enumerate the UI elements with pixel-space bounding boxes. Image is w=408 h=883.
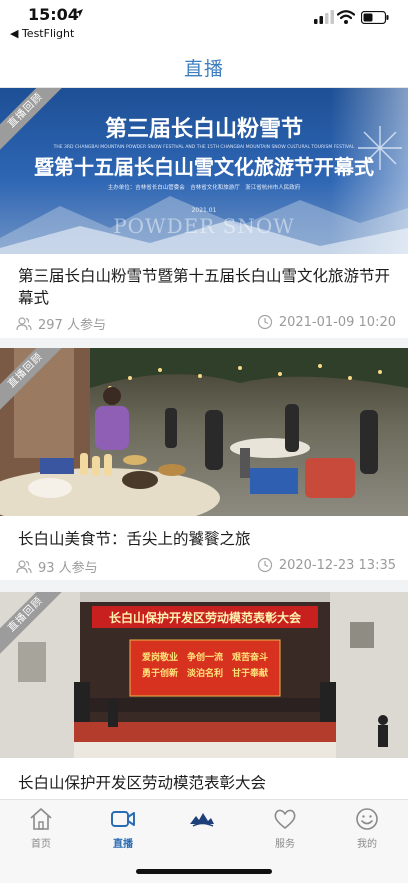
banner-date: 2021.01 — [192, 207, 217, 214]
screen-slogan-line1: 爱岗敬业 争创一流 艰苦奋斗 — [142, 651, 268, 663]
card-title[interactable]: 第三届长白山粉雪节暨第十五届长白山雪文化旅游节开幕式 — [18, 265, 390, 309]
participants: 297 人参与 — [16, 314, 106, 333]
replay-badge-label: 直播回顾 — [0, 348, 68, 413]
participants: 93 人参与 — [16, 557, 98, 576]
tab-live-label: 直播 — [113, 839, 133, 850]
page-title: 直播 — [183, 58, 224, 80]
tab-home-label: 首页 — [31, 839, 51, 850]
live-card[interactable]: 长白山保护开发区劳动模范表彰大会 爱岗敬业 争创一流 艰苦奋斗 勇于创新 淡泊名… — [0, 592, 408, 804]
battery-icon — [361, 11, 389, 24]
live-card[interactable]: 直播回顾 长白山美食节：舌尖上的饕餮之旅 93 人参与 2020-12-23 1… — [0, 348, 408, 580]
card-banner-image[interactable]: 第三届长白山粉雪节 THE 3RD CHANGBAI MOUNTAIN POWD… — [0, 88, 408, 254]
people-icon — [16, 316, 32, 330]
heart-icon — [274, 809, 296, 829]
start-time: 2021-01-09 10:20 — [257, 314, 396, 330]
smiley-icon — [356, 808, 378, 830]
tab-home[interactable]: 首页 — [11, 806, 71, 850]
status-bar: 15:04 ◀ TestFlight — [0, 0, 408, 44]
banner-title-line1: 第三届长白山粉雪节 — [105, 116, 303, 142]
card-banner-image[interactable]: 直播回顾 — [0, 348, 408, 516]
banner-subtitle-en: THE 3RD CHANGBAI MOUNTAIN POWDER SNOW FE… — [53, 144, 355, 150]
clock-icon — [257, 314, 272, 330]
replay-badge: 直播回顾 — [0, 592, 70, 662]
replay-badge: 直播回顾 — [0, 88, 70, 158]
tab-service-label: 服务 — [275, 839, 295, 850]
start-time: 2020-12-23 13:35 — [257, 557, 396, 573]
card-banner-image[interactable]: 长白山保护开发区劳动模范表彰大会 爱岗敬业 争创一流 艰苦奋斗 勇于创新 淡泊名… — [0, 592, 408, 758]
people-icon — [16, 559, 32, 573]
video-camera-icon — [111, 811, 135, 827]
changbaishan-logo — [190, 813, 214, 827]
tab-mine[interactable]: 我的 — [337, 806, 397, 850]
cellular-signal-icon — [314, 10, 334, 24]
start-datetime: 2021-01-09 10:20 — [278, 314, 396, 330]
tab-mine-label: 我的 — [357, 839, 377, 850]
participants-count: 93 人参与 — [38, 561, 98, 576]
screen-slogan-line2: 勇于创新 淡泊名利 甘于奉献 — [142, 667, 268, 679]
participants-count: 297 人参与 — [38, 318, 106, 333]
status-time: 15:04 — [28, 5, 79, 24]
home-icon — [30, 808, 52, 830]
live-card[interactable]: 第三届长白山粉雪节 THE 3RD CHANGBAI MOUNTAIN POWD… — [0, 88, 408, 338]
clock-icon — [257, 557, 272, 573]
replay-badge: 直播回顾 — [0, 348, 70, 418]
replay-badge-label: 直播回顾 — [0, 88, 68, 153]
home-indicator[interactable] — [136, 869, 272, 874]
replay-badge-label: 直播回顾 — [0, 592, 68, 657]
banner-organizers: 主办单位：吉林省长白山管委会 吉林省文化和旅游厅 浙江省杭州市人民政府 — [108, 183, 301, 191]
stage-banner-text: 长白山保护开发区劳动模范表彰大会 — [109, 610, 302, 625]
tab-live[interactable]: 直播 — [93, 806, 153, 850]
start-datetime: 2020-12-23 13:35 — [278, 557, 396, 573]
card-title[interactable]: 长白山保护开发区劳动模范表彰大会 — [18, 772, 390, 794]
screen: 15:04 ◀ TestFlight 直播 第三届长白山粉雪节 THE 3RD … — [0, 0, 408, 883]
banner-watermark: POWDER SNOW — [113, 214, 295, 238]
location-arrow-icon — [75, 9, 83, 17]
card-title[interactable]: 长白山美食节：舌尖上的饕餮之旅 — [18, 528, 390, 550]
tab-service[interactable]: 服务 — [255, 806, 315, 850]
nav-bar: 直播 — [0, 44, 408, 88]
wifi-icon — [337, 10, 355, 24]
tab-logo[interactable] — [172, 806, 232, 835]
back-to-testflight[interactable]: ◀ TestFlight — [10, 27, 74, 40]
banner-title-line2: 暨第十五届长白山雪文化旅游节开幕式 — [34, 155, 374, 179]
